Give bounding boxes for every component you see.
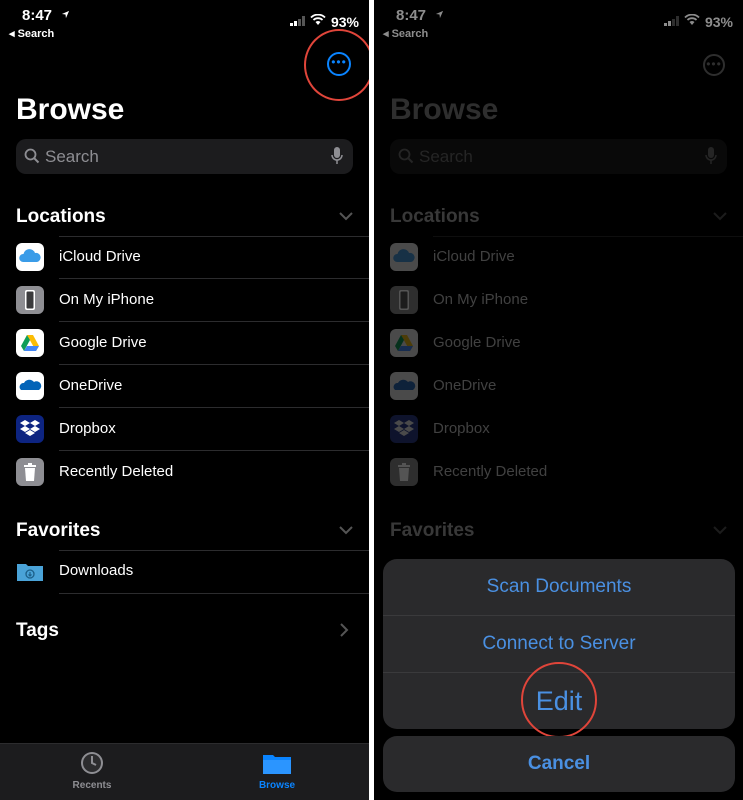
- location-row-icloud[interactable]: iCloud Drive: [0, 236, 369, 279]
- onedrive-icon: [16, 372, 44, 400]
- google-drive-icon: [16, 329, 44, 357]
- location-label: Recently Deleted: [59, 463, 174, 480]
- downloads-folder-icon: [16, 557, 44, 585]
- cellular-signal-icon: [290, 16, 305, 26]
- action-sheet: Scan Documents Connect to Server Edit: [383, 559, 735, 729]
- tab-bar: Recents Browse: [0, 743, 369, 800]
- chevron-right-icon[interactable]: [340, 623, 349, 637]
- connect-to-server-button[interactable]: Connect to Server: [383, 616, 735, 673]
- location-row-dropbox[interactable]: Dropbox: [0, 408, 369, 451]
- location-label: Google Drive: [59, 334, 147, 351]
- chevron-down-icon[interactable]: [339, 212, 353, 221]
- back-to-search-link[interactable]: ◂ Search: [9, 27, 54, 40]
- status-bar: 8:47 ◂ Search 93%: [0, 0, 369, 46]
- search-icon: [24, 148, 40, 164]
- clock-icon: [81, 752, 103, 774]
- left-screen: 8:47 ◂ Search 93% ••• Browse Search Loca…: [0, 0, 369, 800]
- more-options-button[interactable]: •••: [327, 52, 351, 76]
- location-row-onedrive[interactable]: OneDrive: [0, 365, 369, 408]
- right-screen: 8:47 ◂ Search 93% ••• Browse Search Loca…: [374, 0, 743, 800]
- chevron-down-icon[interactable]: [339, 526, 353, 535]
- location-label: iCloud Drive: [59, 248, 141, 265]
- search-placeholder: Search: [45, 147, 99, 166]
- search-input[interactable]: Search: [16, 139, 353, 174]
- microphone-icon[interactable]: [331, 147, 343, 166]
- locations-header[interactable]: Locations: [16, 206, 106, 228]
- tab-label: Browse: [258, 780, 296, 791]
- location-row-google-drive[interactable]: Google Drive: [0, 322, 369, 365]
- folder-icon: [263, 755, 291, 774]
- tab-label: Recents: [72, 780, 112, 791]
- location-row-recently-deleted[interactable]: Recently Deleted: [0, 451, 369, 494]
- location-label: Dropbox: [59, 420, 116, 437]
- favorites-header[interactable]: Favorites: [16, 520, 100, 542]
- page-title: Browse: [16, 93, 125, 126]
- battery-percent: 93%: [330, 14, 359, 30]
- tags-header[interactable]: Tags: [16, 620, 59, 642]
- location-arrow-icon: [61, 10, 70, 19]
- location-label: On My iPhone: [59, 291, 155, 308]
- dropbox-icon: [16, 415, 44, 443]
- icloud-icon: [16, 243, 44, 271]
- favorite-label: Downloads: [59, 562, 134, 579]
- ellipsis-icon: •••: [331, 55, 347, 69]
- favorite-row-downloads[interactable]: Downloads: [0, 550, 369, 593]
- status-time: 8:47: [22, 7, 53, 24]
- wifi-icon: [310, 14, 326, 25]
- edit-button[interactable]: Edit: [383, 673, 735, 729]
- iphone-icon: [16, 286, 44, 314]
- location-label: OneDrive: [59, 377, 123, 394]
- trash-icon: [16, 458, 44, 486]
- cancel-button[interactable]: Cancel: [383, 736, 735, 792]
- location-row-on-my-iphone[interactable]: On My iPhone: [0, 279, 369, 322]
- scan-documents-button[interactable]: Scan Documents: [383, 559, 735, 616]
